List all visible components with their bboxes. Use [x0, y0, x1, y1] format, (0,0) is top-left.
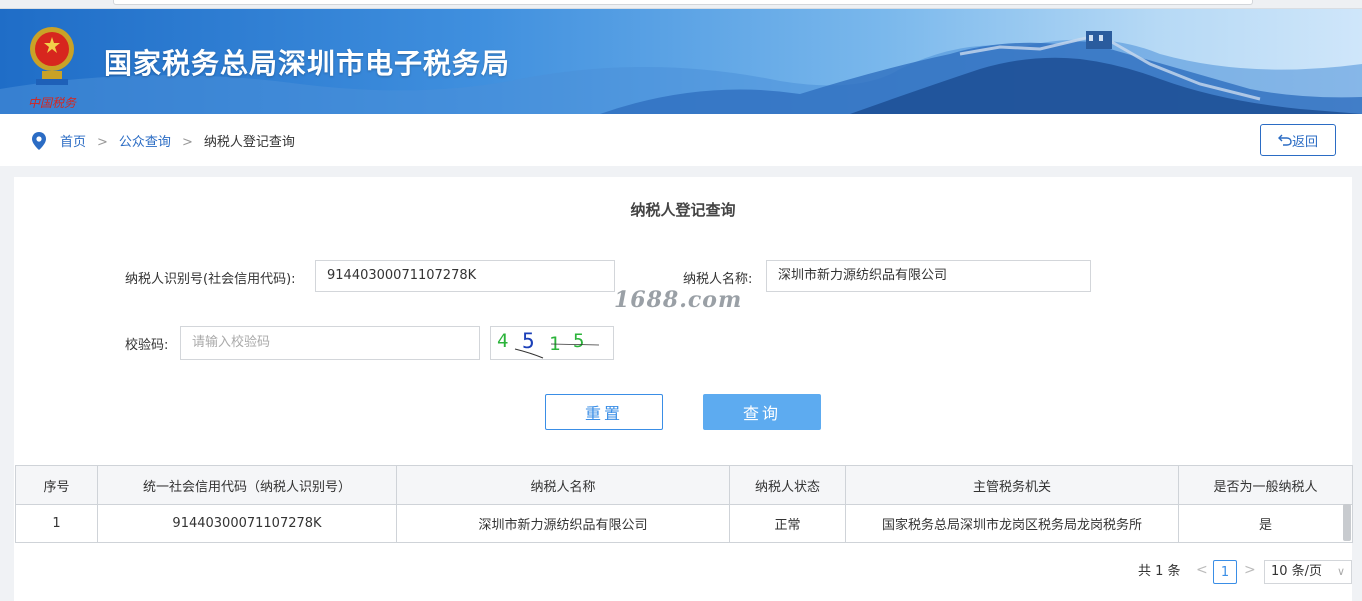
captcha-char: 5 — [522, 329, 535, 353]
back-button-label: 返回 — [1291, 134, 1318, 150]
site-banner: 中国税务 国家税务总局深圳市电子税务局 — [0, 9, 1362, 114]
cell-status: 正常 — [729, 504, 846, 543]
site-title: 国家税务总局深圳市电子税务局 — [104, 47, 511, 80]
captcha-char: 4 — [497, 330, 508, 352]
tax-emblem-logo: 中国税务 — [28, 27, 77, 110]
cell-credit-code: 91440300071107278K — [97, 504, 397, 543]
column-header-taxpayer-name: 纳税人名称 — [396, 465, 730, 505]
page-size-value: 10 条/页 — [1271, 564, 1323, 579]
table-header-row: 序号 统一社会信用代码（纳税人识别号） 纳税人名称 纳税人状态 主管税务机关 是… — [15, 465, 1353, 505]
captcha-label: 校验码: — [125, 338, 169, 353]
query-button[interactable]: 查询 — [703, 394, 821, 430]
browser-top-strip — [0, 0, 1362, 9]
column-header-tax-authority: 主管税务机关 — [845, 465, 1179, 505]
breadcrumb-public-query-link[interactable]: 公众查询 — [119, 135, 171, 150]
pagination-page-1[interactable]: 1 — [1213, 560, 1237, 584]
breadcrumb: 首页 > 公众查询 > 纳税人登记查询 — [60, 131, 295, 150]
watermark-text: 1688.com — [614, 287, 743, 313]
cell-taxpayer-name: 深圳市新力源纺织品有限公司 — [396, 504, 730, 543]
taxpayer-name-label: 纳税人名称: — [683, 272, 753, 287]
reset-button[interactable]: 重置 — [545, 394, 663, 430]
captcha-image[interactable]: 4 5 1 5 — [490, 326, 614, 360]
column-header-credit-code: 统一社会信用代码（纳税人识别号） — [97, 465, 397, 505]
cell-index: 1 — [15, 504, 98, 543]
horizontal-scrollbar[interactable] — [113, 0, 1253, 5]
taxpayer-id-label: 纳税人识别号(社会信用代码): — [125, 272, 296, 287]
cell-general-taxpayer: 是 — [1178, 504, 1353, 543]
breadcrumb-bar: 首页 > 公众查询 > 纳税人登记查询 返回 — [0, 114, 1362, 166]
column-header-general-taxpayer: 是否为一般纳税人 — [1178, 465, 1353, 505]
location-pin-icon — [32, 132, 46, 150]
breadcrumb-current: 纳税人登记查询 — [203, 135, 295, 150]
chevron-down-icon: ∨ — [1336, 565, 1345, 578]
taxpayer-name-input[interactable]: 深圳市新力源纺织品有限公司 — [766, 260, 1091, 292]
pagination-prev-button[interactable]: < — [1196, 562, 1208, 578]
table-vertical-scrollbar[interactable] — [1343, 504, 1351, 541]
table-row[interactable]: 1 91440300071107278K 深圳市新力源纺织品有限公司 正常 国家… — [15, 504, 1353, 543]
column-header-status: 纳税人状态 — [729, 465, 846, 505]
pagination-total: 共 1 条 — [1138, 564, 1181, 579]
panel-title: 纳税人登记查询 — [630, 201, 736, 219]
taxpayer-id-input[interactable]: 91440300071107278K — [315, 260, 615, 292]
breadcrumb-separator: > — [181, 135, 193, 150]
cell-tax-authority: 国家税务总局深圳市龙岗区税务局龙岗税务所 — [845, 504, 1179, 543]
captcha-char: 5 — [573, 330, 584, 352]
page-size-select[interactable]: 10 条/页 ∨ — [1264, 560, 1352, 584]
breadcrumb-home-link[interactable]: 首页 — [60, 135, 86, 150]
column-header-index: 序号 — [15, 465, 98, 505]
breadcrumb-separator: > — [97, 135, 108, 150]
captcha-input[interactable]: 请输入校验码 — [180, 326, 480, 360]
pagination-next-button[interactable]: > — [1244, 562, 1256, 578]
back-button[interactable]: 返回 — [1260, 124, 1336, 156]
result-table: 序号 统一社会信用代码（纳税人识别号） 纳税人名称 纳税人状态 主管税务机关 是… — [15, 465, 1353, 543]
svg-text:中国税务: 中国税务 — [28, 96, 77, 110]
undo-icon — [1277, 134, 1292, 146]
